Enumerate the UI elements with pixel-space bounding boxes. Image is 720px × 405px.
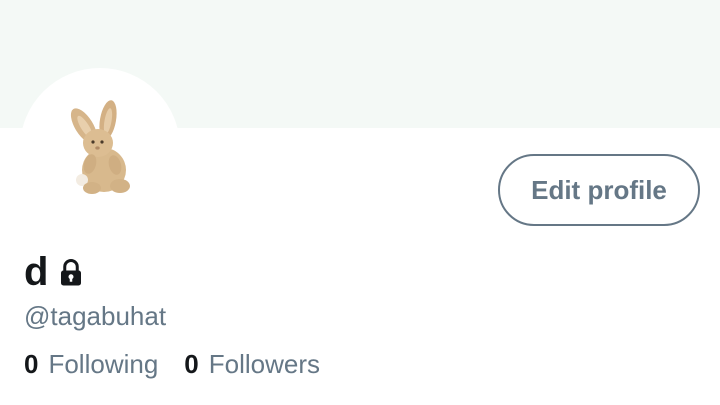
profile-name-row: d — [24, 250, 86, 294]
following-stat[interactable]: 0 Following — [24, 348, 158, 380]
lock-icon — [56, 258, 86, 293]
following-count: 0 — [24, 349, 39, 379]
display-name: d — [24, 250, 49, 294]
profile-stats: 0 Following 0 Followers — [24, 348, 320, 380]
edit-profile-button[interactable]: Edit profile — [498, 154, 700, 226]
followers-count: 0 — [184, 349, 199, 379]
avatar[interactable] — [20, 68, 180, 228]
followers-label: Followers — [208, 349, 321, 379]
profile-handle: @tagabuhat — [24, 301, 167, 331]
followers-stat[interactable]: 0 Followers — [184, 348, 320, 380]
following-label: Following — [48, 349, 159, 379]
plush-bunny-avatar-icon — [70, 100, 130, 194]
